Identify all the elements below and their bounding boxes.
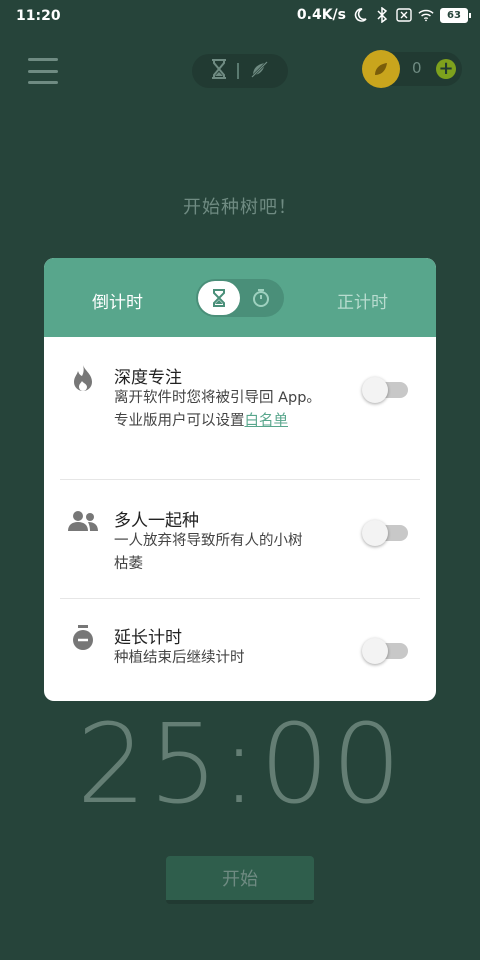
description-text: 专业版用户可以设置	[114, 413, 245, 429]
stopwatch-icon	[250, 287, 272, 309]
menu-line	[28, 69, 58, 73]
wifi-icon	[418, 7, 434, 23]
coin-icon	[362, 50, 400, 88]
deep-focus-switch[interactable]	[362, 377, 408, 403]
flame-icon	[68, 363, 98, 393]
hourglass-icon	[198, 281, 240, 315]
hourglass-icon	[211, 58, 227, 84]
switch-knob	[362, 520, 388, 546]
moon-icon	[352, 7, 368, 23]
option-extend-timer: 延长计时 种植结束后继续计时	[44, 599, 436, 701]
start-prompt: 开始种树吧！	[183, 197, 297, 218]
plant-together-switch[interactable]	[362, 520, 408, 546]
bluetooth-icon	[374, 7, 390, 23]
network-speed: 0.4K/s	[296, 7, 346, 23]
coin-count: 0	[412, 59, 422, 77]
description-line: 种植结束后继续计时	[114, 650, 245, 666]
status-bar: 11:20 0.4K/s 63	[0, 0, 480, 34]
people-icon	[68, 506, 98, 536]
option-title: 多人一起种	[114, 511, 199, 531]
description-line: 枯萎	[114, 556, 143, 572]
menu-line	[28, 58, 58, 61]
stopwatch-icon	[68, 623, 98, 653]
battery-indicator: 63	[440, 7, 471, 23]
tab-countdown[interactable]: 倒计时	[92, 288, 143, 313]
timer-options-card: 倒计时 正计时 深度专注 离开软件时您将被引导回 App。 专业版用户可以设置白…	[44, 258, 436, 701]
whitelist-link[interactable]: 白名单	[245, 413, 289, 429]
option-deep-focus: 深度专注 离开软件时您将被引导回 App。 专业版用户可以设置白名单	[44, 337, 436, 479]
mode-selector[interactable]	[192, 54, 288, 88]
extend-timer-switch[interactable]	[362, 638, 408, 664]
add-coin-button[interactable]: +	[436, 59, 456, 79]
menu-line	[28, 81, 58, 84]
timer-mode-header: 倒计时 正计时	[44, 258, 436, 337]
option-plant-together: 多人一起种 一人放弃将导致所有人的小树 枯萎	[44, 480, 436, 598]
description-line: 离开软件时您将被引导回 App。	[114, 390, 321, 406]
no-plant-icon	[249, 59, 269, 84]
option-description: 种植结束后继续计时	[114, 647, 364, 670]
tab-countup[interactable]: 正计时	[337, 288, 388, 313]
switch-knob	[362, 638, 388, 664]
menu-button[interactable]	[28, 58, 58, 84]
status-time: 11:20	[16, 8, 61, 24]
start-button[interactable]: 开始	[166, 856, 314, 904]
divider	[237, 63, 239, 79]
option-title: 延长计时	[114, 628, 182, 648]
timer-mode-toggle[interactable]	[196, 279, 284, 317]
description-line: 专业版用户可以设置白名单	[114, 410, 364, 433]
description-line: 一人放弃将导致所有人的小树	[114, 533, 303, 549]
sim-off-icon	[396, 7, 412, 23]
option-description: 一人放弃将导致所有人的小树 枯萎	[114, 530, 364, 576]
option-description: 离开软件时您将被引导回 App。 专业版用户可以设置白名单	[114, 387, 364, 433]
coin-balance[interactable]: 0 +	[362, 50, 462, 88]
status-icons: 0.4K/s 63	[296, 7, 471, 23]
option-title: 深度专注	[114, 368, 182, 388]
timer-display: 25:00	[76, 700, 404, 828]
switch-knob	[362, 377, 388, 403]
